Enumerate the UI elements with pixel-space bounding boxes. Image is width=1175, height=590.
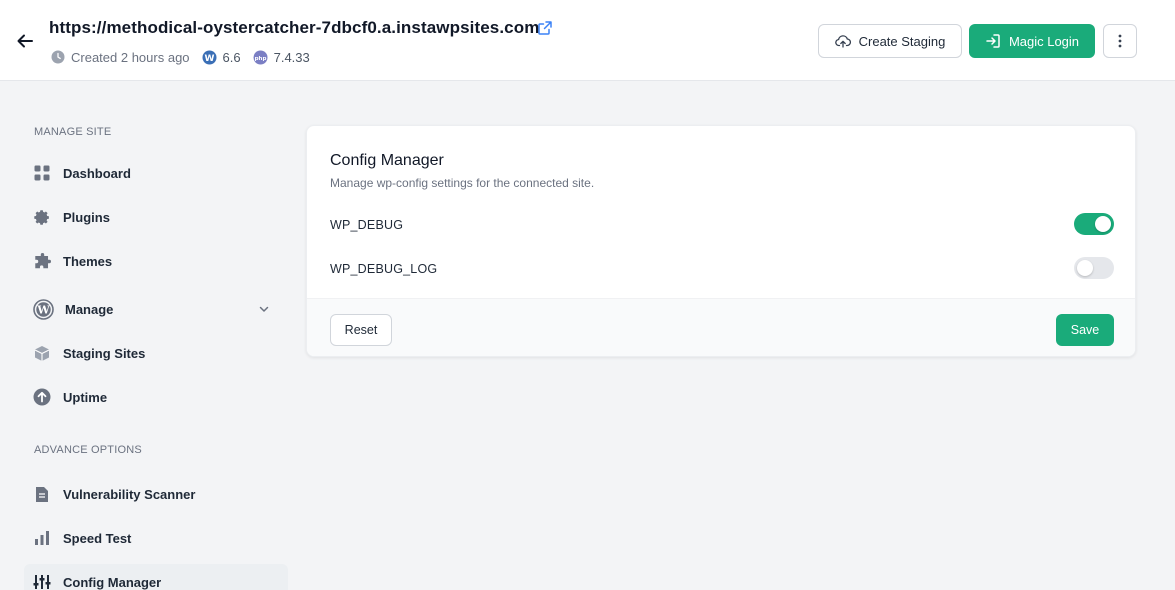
sidebar-item-themes[interactable]: Themes [24,243,288,279]
sidebar-item-uptime[interactable]: Uptime [24,379,288,415]
more-vertical-icon [1118,34,1122,48]
advance-options-heading: ADVANCE OPTIONS [34,444,142,456]
arrow-up-circle-icon [33,388,51,406]
sidebar-item-dashboard[interactable]: Dashboard [24,155,288,191]
arrow-left-icon [17,34,33,48]
wp-debug-toggle[interactable] [1074,213,1114,235]
wordpress-version: W 6.6 [202,50,241,65]
setting-label-wp-debug: WP_DEBUG [330,218,404,232]
sidebar-item-label: Vulnerability Scanner [63,486,196,502]
document-icon [33,485,51,503]
site-url: https://methodical-oystercatcher-7dbcf0.… [49,18,540,37]
clock-icon [51,50,65,64]
sidebar-item-label: Plugins [63,209,110,225]
sidebar-item-label: Dashboard [63,165,131,181]
sidebar-item-plugins[interactable]: Plugins [24,199,288,235]
sliders-icon [33,573,51,590]
sidebar-item-label: Manage [65,301,114,317]
site-meta: Created 2 hours ago W 6.6 php 7.4.33 [51,48,322,66]
gear-icon [33,208,51,226]
sidebar-item-label: Config Manager [63,574,162,590]
sidebar-item-staging-sites[interactable]: Staging Sites [24,335,288,371]
created-meta: Created 2 hours ago [51,50,190,65]
top-header: https://methodical-oystercatcher-7dbcf0.… [0,0,1175,81]
wp-version-text: 6.6 [222,49,241,65]
sidebar-item-label: Uptime [63,389,108,405]
back-button[interactable] [12,28,38,54]
toggle-knob [1095,216,1111,232]
create-staging-label: Create Staging [858,33,946,49]
toggle-knob [1077,260,1093,276]
setting-label-wp-debug-log: WP_DEBUG_LOG [330,262,438,276]
create-staging-button[interactable]: Create Staging [818,24,962,58]
sidebar-item-vulnerability-scanner[interactable]: Vulnerability Scanner [24,476,288,512]
svg-text:php: php [254,56,266,62]
external-link-icon[interactable] [537,20,553,36]
magic-login-label: Magic Login [1008,33,1080,49]
sidebar-item-speed-test[interactable]: Speed Test [24,520,288,556]
card-subtitle: Manage wp-config settings for the connec… [330,176,595,190]
svg-text:W: W [36,303,50,316]
card-footer: Reset Save [307,298,1135,356]
grid-icon [33,164,51,182]
php-version: php 7.4.33 [253,50,310,65]
reset-button[interactable]: Reset [330,314,392,346]
sidebar-item-label: Speed Test [63,530,132,546]
manage-site-heading: MANAGE SITE [34,126,112,138]
login-icon [986,34,1000,48]
cube-icon [33,344,51,362]
card-title: Config Manager [330,152,444,169]
wp-debug-log-toggle[interactable] [1074,257,1114,279]
more-options-button[interactable] [1103,24,1137,58]
php-icon: php [253,50,268,64]
bar-chart-icon [33,529,51,547]
config-manager-card: Config Manager Manage wp-config settings… [306,125,1136,357]
sidebar-item-config-manager[interactable]: Config Manager [24,564,288,590]
magic-login-button[interactable]: Magic Login [969,24,1095,58]
chevron-down-icon [259,306,269,312]
sidebar-item-label: Staging Sites [63,345,146,361]
created-text: Created 2 hours ago [71,49,190,65]
puzzle-icon [33,252,51,270]
wordpress-icon: W [33,298,54,320]
sidebar-item-manage[interactable]: W Manage [24,291,288,327]
cloud-upload-icon [834,35,851,48]
php-version-text: 7.4.33 [273,49,310,65]
svg-text:W: W [204,54,214,64]
wordpress-icon: W [202,50,217,64]
sidebar-item-label: Themes [63,253,113,269]
save-button[interactable]: Save [1056,314,1114,346]
